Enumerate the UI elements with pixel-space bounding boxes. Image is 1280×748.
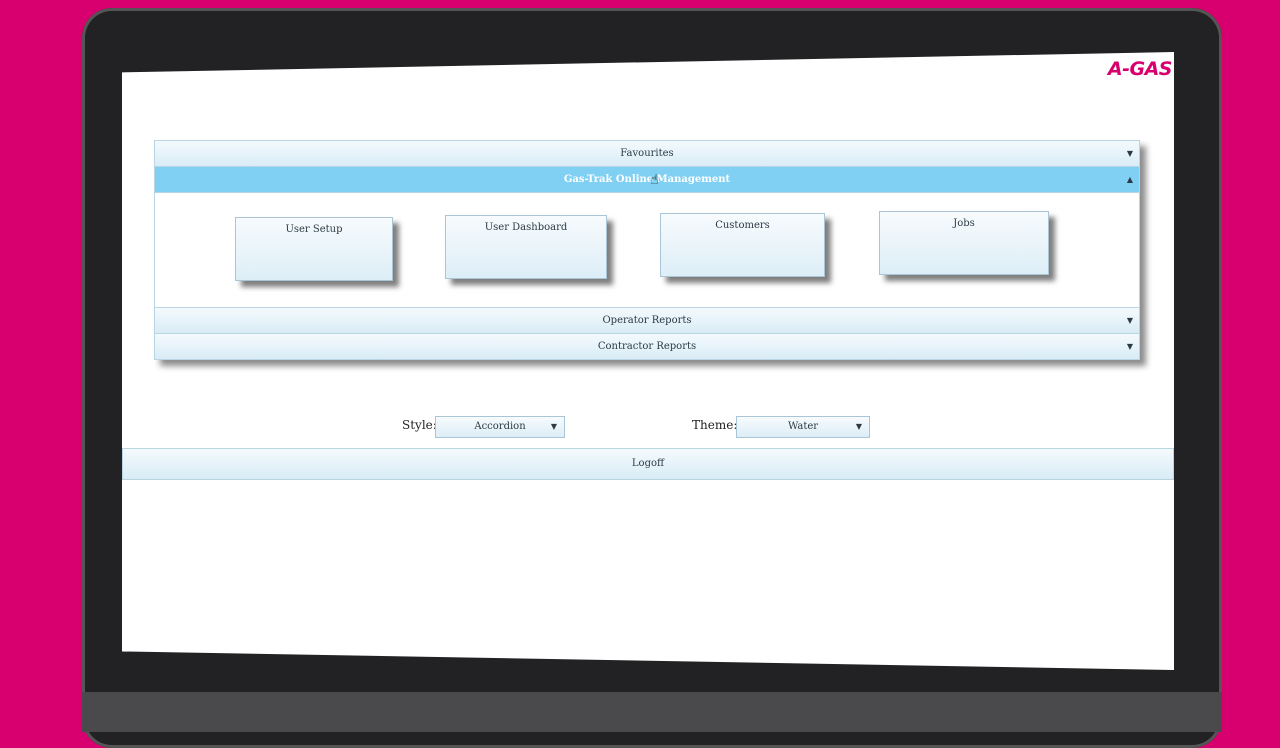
chevron-down-icon: ▼ (1126, 149, 1133, 158)
section-label: Contractor Reports (597, 341, 697, 352)
section-label: Gas-Trak Online Management (563, 174, 731, 185)
dropdown-arrow-icon: ▼ (855, 422, 862, 431)
tile-user-dashboard[interactable]: User Dashboard (445, 215, 607, 279)
screen: A-GAS Favourites ▼ Gas-Trak Online Manag… (122, 52, 1174, 670)
chevron-down-icon: ▼ (1126, 342, 1133, 351)
theme-label: Theme: (692, 418, 738, 432)
logoff-button[interactable]: Logoff (122, 448, 1174, 480)
section-gas-trak-online-management[interactable]: Gas-Trak Online Management ▲ (155, 167, 1139, 193)
section-label: Operator Reports (602, 315, 692, 326)
style-select-value: Accordion (474, 421, 526, 432)
tile-label: Customers (715, 220, 770, 231)
theme-select-value: Water (787, 421, 819, 432)
tile-jobs[interactable]: Jobs (879, 211, 1049, 275)
chevron-up-icon: ▲ (1126, 175, 1133, 184)
style-select[interactable]: Accordion ▼ (435, 416, 565, 438)
a-gas-logo: A-GAS (1107, 58, 1173, 80)
hand-pointer-icon: ☝ (650, 172, 659, 188)
tile-label: User Dashboard (484, 222, 568, 233)
tile-label: User Setup (285, 224, 343, 235)
settings-controls: Style: Accordion ▼ Theme: Water ▼ (122, 416, 1174, 442)
tile-user-setup[interactable]: User Setup (235, 217, 393, 281)
chevron-down-icon: ▼ (1126, 316, 1133, 325)
tile-label: Jobs (953, 218, 975, 229)
section-favourites[interactable]: Favourites ▼ (155, 141, 1139, 167)
section-contractor-reports[interactable]: Contractor Reports ▼ (155, 334, 1139, 359)
section-label: Favourites (620, 148, 674, 159)
dropdown-arrow-icon: ▼ (550, 422, 557, 431)
section-operator-reports[interactable]: Operator Reports ▼ (155, 308, 1139, 334)
theme-select[interactable]: Water ▼ (736, 416, 870, 438)
laptop-base (82, 692, 1222, 732)
style-label: Style: (402, 418, 437, 432)
accordion-menu: Favourites ▼ Gas-Trak Online Management … (154, 140, 1140, 360)
tile-customers[interactable]: Customers (660, 213, 825, 277)
section-body-gas-trak: User Setup User Dashboard Customers Jobs (155, 193, 1139, 308)
